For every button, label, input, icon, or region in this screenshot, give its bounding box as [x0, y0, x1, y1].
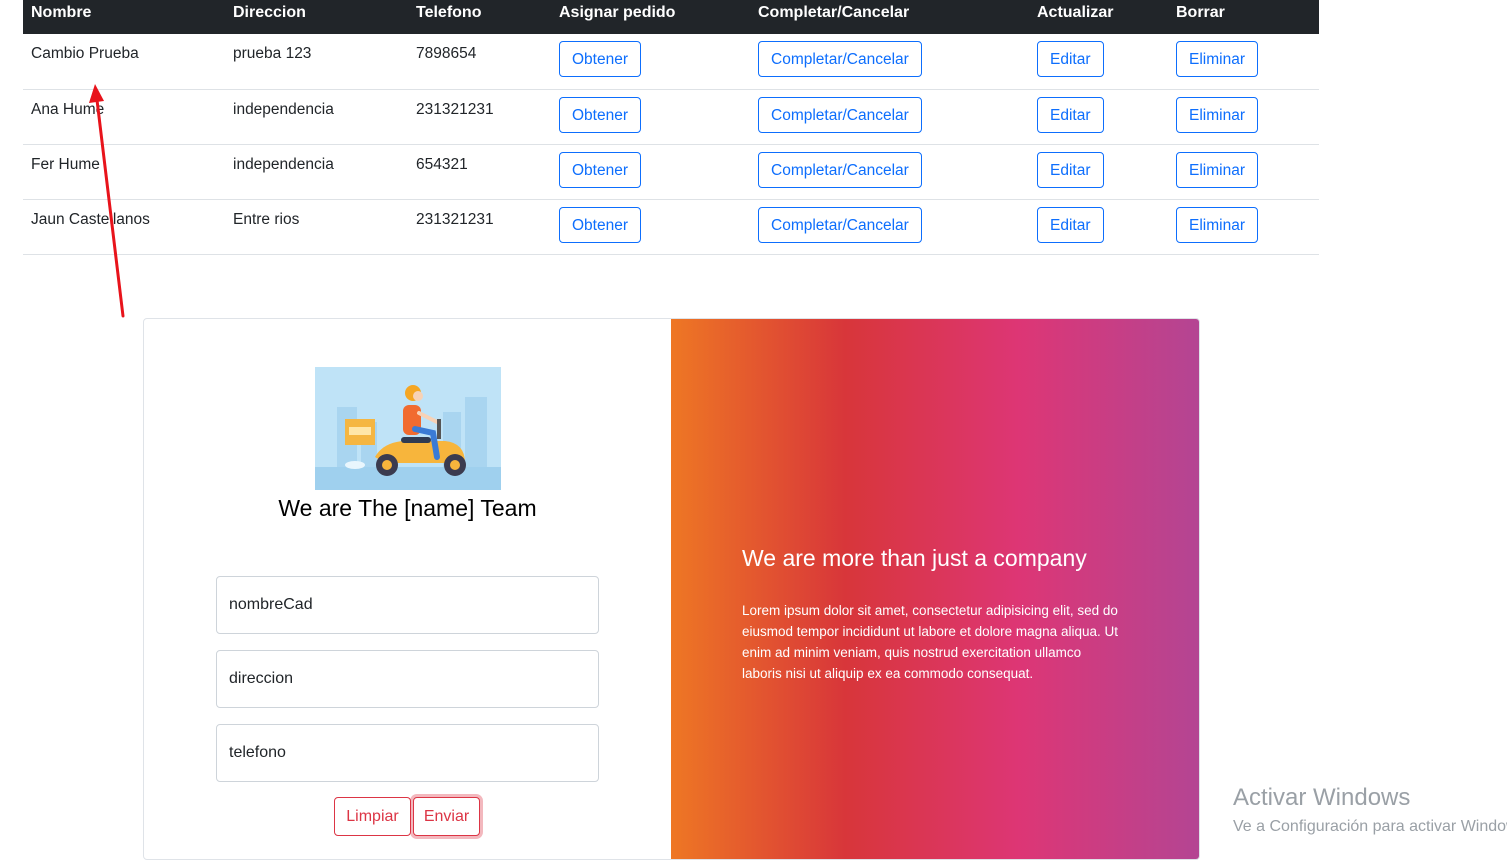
cell-nombre: Jaun Castellanos [31, 210, 150, 228]
table-row: Fer Hume independencia 654321 Obtener Co… [23, 144, 1319, 199]
clients-table: Nombre Direccion Telefono Asignar pedido… [23, 0, 1319, 255]
cell-nombre: Fer Hume [31, 155, 100, 173]
cell-direccion: independencia [233, 100, 334, 118]
cell-completar: Completar/Cancelar [750, 144, 1029, 199]
team-title: We are The [name] Team [278, 495, 537, 521]
cell-completar: Completar/Cancelar [750, 34, 1029, 89]
enviar-button[interactable]: Enviar [413, 797, 480, 836]
direccion-input[interactable]: direccion [216, 650, 599, 708]
editar-button[interactable]: Editar [1037, 151, 1104, 188]
cell-nombre: Cambio Prueba [31, 45, 139, 62]
cell-actualizar: Editar [1029, 199, 1168, 254]
cell-borrar: Eliminar [1168, 144, 1319, 199]
promo-text: Lorem ipsum dolor sit amet, consectetur … [742, 603, 1118, 681]
promo-title: We are more than just a company [742, 545, 1087, 571]
cell-telefono: 231321231 [416, 210, 494, 228]
cell-asignar: Obtener [551, 89, 750, 144]
eliminar-button[interactable]: Eliminar [1176, 96, 1258, 133]
cell-direccion: prueba 123 [233, 45, 312, 62]
cell-borrar: Eliminar [1168, 34, 1319, 89]
cell-completar: Completar/Cancelar [750, 89, 1029, 144]
cell-direccion: Entre rios [233, 210, 300, 228]
cell-asignar: Obtener [551, 34, 750, 89]
cell-borrar: Eliminar [1168, 199, 1319, 254]
editar-button[interactable]: Editar [1037, 41, 1104, 77]
cell-asignar: Obtener [551, 144, 750, 199]
limpiar-button[interactable]: Limpiar [334, 797, 411, 836]
cell-telefono: 7898654 [416, 45, 477, 62]
eliminar-button[interactable]: Eliminar [1176, 41, 1258, 77]
header-borrar: Borrar [1176, 4, 1225, 21]
header-actualizar: Actualizar [1037, 4, 1114, 21]
cell-completar: Completar/Cancelar [750, 199, 1029, 254]
table-row: Cambio Prueba prueba 123 7898654 Obtener… [23, 34, 1319, 89]
cell-telefono: 231321231 [416, 100, 494, 118]
eliminar-button[interactable]: Eliminar [1176, 206, 1258, 243]
promo-pane: We are more than just a company Lorem ip… [671, 319, 1199, 859]
windows-activation-subtitle: Ve a Configuración para activar Windows. [1233, 818, 1507, 835]
header-asignar-pedido: Asignar pedido [559, 4, 676, 21]
completar-cancelar-button[interactable]: Completar/Cancelar [758, 96, 922, 133]
nombre-input[interactable]: nombreCad [216, 576, 599, 634]
form-pane: We are The [name] Team nombreCad direcci… [144, 319, 671, 859]
signup-card: We are The [name] Team nombreCad direcci… [143, 318, 1200, 860]
obtener-button[interactable]: Obtener [559, 206, 642, 243]
header-nombre: Nombre [31, 4, 92, 21]
completar-cancelar-button[interactable]: Completar/Cancelar [758, 151, 922, 188]
windows-activation-title: Activar Windows [1233, 784, 1411, 811]
cell-telefono: 654321 [416, 155, 468, 173]
completar-cancelar-button[interactable]: Completar/Cancelar [758, 41, 922, 77]
editar-button[interactable]: Editar [1037, 96, 1104, 133]
table-header-row: Nombre Direccion Telefono Asignar pedido… [23, 0, 1319, 34]
table-row: Ana Hume independencia 231321231 Obtener… [23, 89, 1319, 144]
editar-button[interactable]: Editar [1037, 206, 1104, 243]
header-telefono: Telefono [416, 4, 482, 21]
obtener-button[interactable]: Obtener [559, 41, 642, 77]
cell-actualizar: Editar [1029, 144, 1168, 199]
clients-table-container: Nombre Direccion Telefono Asignar pedido… [23, 0, 1319, 255]
eliminar-button[interactable]: Eliminar [1176, 151, 1258, 188]
obtener-button[interactable]: Obtener [559, 96, 642, 133]
header-direccion: Direccion [233, 4, 306, 21]
cell-actualizar: Editar [1029, 89, 1168, 144]
table-row: Jaun Castellanos Entre rios 231321231 Ob… [23, 199, 1319, 254]
cell-borrar: Eliminar [1168, 89, 1319, 144]
completar-cancelar-button[interactable]: Completar/Cancelar [758, 206, 922, 243]
cell-nombre: Ana Hume [31, 100, 105, 118]
cell-direccion: independencia [233, 155, 334, 173]
obtener-button[interactable]: Obtener [559, 151, 642, 188]
delivery-scooter-illustration [315, 367, 501, 490]
cell-actualizar: Editar [1029, 34, 1168, 89]
cell-asignar: Obtener [551, 199, 750, 254]
telefono-input[interactable]: telefono [216, 724, 599, 782]
header-completar-cancelar: Completar/Cancelar [758, 4, 910, 21]
